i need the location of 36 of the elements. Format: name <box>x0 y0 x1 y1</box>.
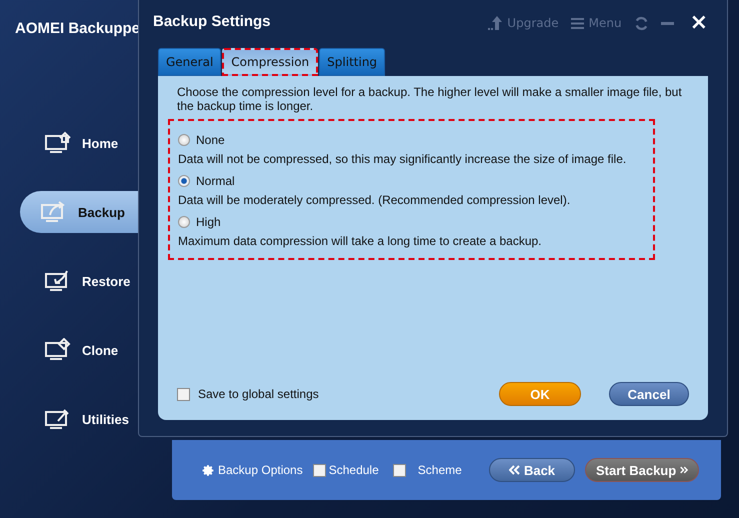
sidebar-item[interactable]: Home <box>20 122 160 164</box>
backup-options-link[interactable]: Backup Options <box>202 463 303 477</box>
tab[interactable]: Splitting <box>319 48 386 76</box>
refresh-icon[interactable] <box>634 16 649 30</box>
double-chevron-right-icon <box>680 465 688 475</box>
menu-button[interactable]: Menu <box>570 16 622 30</box>
radio-option[interactable]: Normal <box>178 171 645 191</box>
tab[interactable]: General <box>158 48 222 76</box>
save-global-label: Save to global settings <box>198 387 319 401</box>
gear-icon <box>202 464 215 476</box>
app-title: AOMEI Backuppe <box>14 19 140 39</box>
up-arrow-icon <box>488 16 502 30</box>
monitor-icon <box>44 131 72 155</box>
close-button[interactable]: × <box>690 12 708 34</box>
cancel-button[interactable]: Cancel <box>609 382 689 406</box>
checkbox[interactable] <box>177 388 190 400</box>
monitor-icon <box>44 338 72 362</box>
upgrade-button[interactable]: Upgrade <box>488 16 559 30</box>
option-description: Maximum data compression will take a long time to create a backup. <box>178 233 542 250</box>
start-backup-button[interactable]: Start Backup <box>585 458 699 482</box>
scheme-checkbox[interactable]: Scheme <box>392 463 462 477</box>
intro-text: Choose the compression level for a backup. The higher level will make a smaller image file, but the backup time is longer. <box>177 85 683 113</box>
sidebar-item[interactable]: Utilities <box>20 398 160 440</box>
double-chevron-left-icon <box>508 465 520 475</box>
radio-option[interactable]: High <box>178 212 645 232</box>
option-description: Data will be moderately compressed. (Recommended compression level). <box>178 192 572 209</box>
sidebar-item[interactable]: Clone <box>20 329 160 371</box>
minimize-icon[interactable] <box>660 22 674 24</box>
radio-option[interactable]: None <box>178 130 645 150</box>
schedule-checkbox[interactable]: Schedule <box>312 463 379 477</box>
option-description: Data will not be compressed, so this may significantly increase the size of image file. <box>178 151 628 168</box>
menu-icon <box>570 18 584 28</box>
tab[interactable]: Compression <box>222 48 318 76</box>
dialog-title: Backup Settings <box>153 12 272 30</box>
sidebar-item[interactable]: Restore <box>20 260 160 302</box>
back-button[interactable]: Back <box>489 458 575 482</box>
